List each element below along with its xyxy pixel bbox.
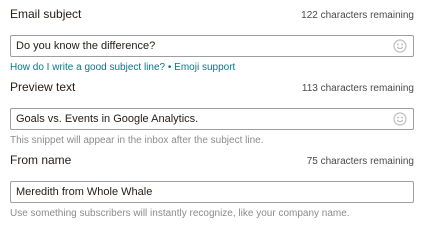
preview-text-label: Preview text (10, 80, 76, 94)
preview-text-help: This snippet will appear in the inbox af… (10, 135, 264, 146)
email-subject-input[interactable]: Do you know the difference? (10, 35, 414, 57)
email-subject-remaining: 122 characters remaining (301, 10, 414, 21)
emoji-icon[interactable] (393, 112, 407, 126)
from-name-value: Meredith from Whole Whale (16, 186, 153, 198)
from-name-label: From name (10, 153, 72, 167)
preview-text-remaining: 113 characters remaining (301, 83, 414, 94)
email-subject-value: Do you know the difference? (16, 40, 156, 52)
from-name-input[interactable]: Meredith from Whole Whale (10, 181, 414, 203)
email-subject-field: Email subject 122 characters remaining D… (10, 7, 414, 73)
from-name-header: From name 75 characters remaining (10, 153, 414, 169)
from-name-help: Use something subscribers will instantly… (10, 208, 350, 219)
from-name-remaining: 75 characters remaining (306, 156, 414, 167)
preview-text-value: Goals vs. Events in Google Analytics. (16, 113, 199, 125)
email-subject-header: Email subject 122 characters remaining (10, 7, 414, 23)
email-subject-help: How do I write a good subject line? • Em… (10, 62, 414, 73)
preview-text-header: Preview text 113 characters remaining (10, 80, 414, 96)
from-name-field: From name 75 characters remaining Meredi… (10, 153, 414, 219)
preview-text-field: Preview text 113 characters remaining Go… (10, 80, 414, 146)
preview-text-input[interactable]: Goals vs. Events in Google Analytics. (10, 108, 414, 130)
email-subject-label: Email subject (10, 7, 82, 21)
subject-line-help-link[interactable]: How do I write a good subject line? (10, 62, 165, 73)
emoji-icon[interactable] (393, 39, 407, 53)
help-separator: • (167, 62, 172, 73)
emoji-support-link[interactable]: Emoji support (174, 62, 235, 73)
